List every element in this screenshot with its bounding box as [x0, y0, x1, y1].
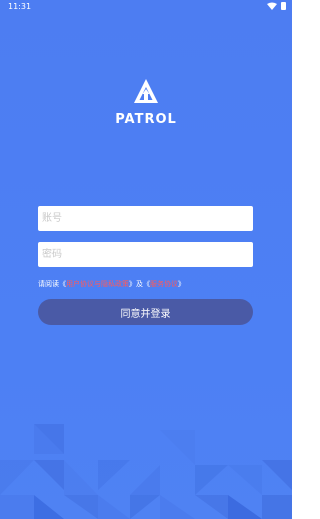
wifi-icon [267, 2, 277, 10]
status-bar: 11:31 [0, 0, 292, 14]
agreement-prefix: 请阅读《 [38, 280, 66, 288]
agreement-suffix: 》 [178, 280, 185, 288]
service-agreement-link[interactable]: 服务协议 [150, 280, 178, 288]
logo-text: PATROL [115, 112, 177, 127]
patrol-logo-icon [134, 79, 158, 103]
status-time: 11:31 [8, 2, 32, 11]
app-logo: PATROL [0, 78, 292, 127]
password-input[interactable] [38, 242, 253, 267]
login-screen: 11:31 PATROL 请阅读《用户协议与隐私政策》及《服务协议》 同意并登录 [0, 0, 292, 519]
battery-icon [281, 2, 286, 10]
privacy-policy-link[interactable]: 用户协议与隐私政策 [66, 280, 129, 288]
agreement-text: 请阅读《用户协议与隐私政策》及《服务协议》 [38, 279, 185, 289]
account-input[interactable] [38, 206, 253, 231]
agreement-middle: 》及《 [129, 280, 150, 288]
system-icons [267, 2, 286, 10]
decorative-triangles [0, 424, 292, 519]
agree-and-login-button[interactable]: 同意并登录 [38, 299, 253, 325]
